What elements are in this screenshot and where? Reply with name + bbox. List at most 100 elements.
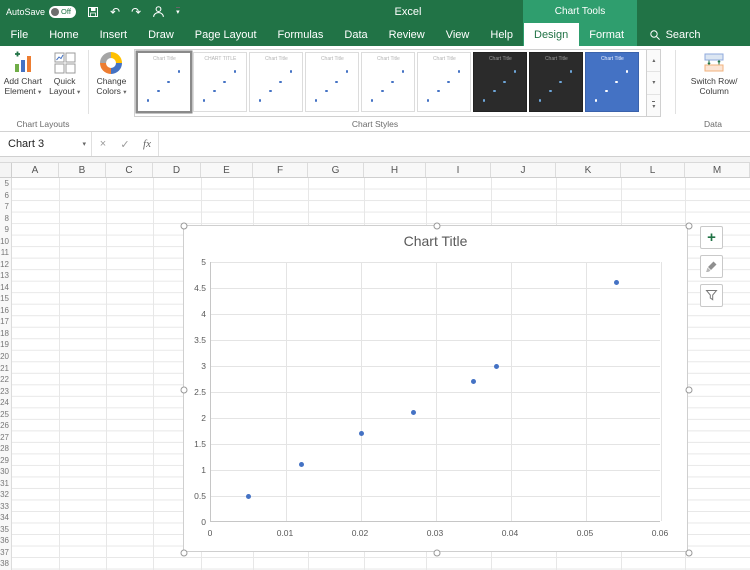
row-header-24[interactable]: 24 (0, 397, 11, 409)
row-header-27[interactable]: 27 (0, 431, 11, 443)
chart-style-thumbnail[interactable]: Chart Title (305, 52, 360, 112)
quick-layout-button[interactable]: Quick Layout ▾ (44, 48, 86, 98)
gallery-scroll-down-button[interactable]: ▾ (647, 72, 661, 95)
data-point[interactable] (471, 379, 476, 385)
row-header-16[interactable]: 16 (0, 305, 11, 317)
row-header-37[interactable]: 37 (0, 547, 11, 559)
y-axis-label[interactable]: 5 (184, 257, 206, 267)
y-axis-label[interactable]: 3 (184, 361, 206, 371)
data-point[interactable] (246, 493, 251, 499)
chart-plot-area[interactable] (210, 262, 662, 522)
chart-selection-handle[interactable] (685, 222, 693, 230)
name-box-dropdown-icon[interactable]: ▾ (82, 140, 86, 148)
row-header-12[interactable]: 12 (0, 259, 11, 271)
autosave-pill[interactable]: Off (49, 5, 77, 18)
data-point[interactable] (298, 462, 304, 468)
row-header-8[interactable]: 8 (0, 213, 11, 225)
row-header-11[interactable]: 11 (0, 247, 11, 259)
data-point[interactable] (613, 280, 619, 286)
x-axis-label[interactable]: 0 (193, 528, 227, 538)
row-header-38[interactable]: 38 (0, 558, 11, 570)
row-header-22[interactable]: 22 (0, 374, 11, 386)
tab-help[interactable]: Help (480, 23, 524, 46)
tab-insert[interactable]: Insert (89, 23, 138, 46)
chart-style-thumbnail[interactable]: Chart Title (585, 52, 640, 112)
formula-input[interactable] (158, 132, 750, 156)
row-header-14[interactable]: 14 (0, 282, 11, 294)
save-button[interactable] (87, 6, 99, 18)
chart-style-thumbnail[interactable]: Chart Title (361, 52, 416, 112)
column-header-e[interactable]: E (201, 163, 253, 177)
customize-toolbar-button[interactable]: ▾ (176, 7, 180, 16)
column-header-f[interactable]: F (253, 163, 308, 177)
chart-style-thumbnail[interactable]: Chart Title (417, 52, 472, 112)
row-header-28[interactable]: 28 (0, 443, 11, 455)
tab-draw[interactable]: Draw (138, 23, 185, 46)
row-header-10[interactable]: 10 (0, 236, 11, 248)
change-colors-button[interactable]: Change Colors ▾ (91, 48, 133, 98)
row-header-5[interactable]: 5 (0, 178, 11, 190)
data-point[interactable] (358, 431, 364, 437)
row-header-15[interactable]: 15 (0, 293, 11, 305)
x-axis-label[interactable]: 0.06 (643, 528, 677, 538)
row-header-36[interactable]: 36 (0, 535, 11, 547)
y-axis-label[interactable]: 2 (184, 413, 206, 423)
column-header-l[interactable]: L (621, 163, 685, 177)
chart-style-thumbnail[interactable]: CHART TITLE (193, 52, 248, 112)
x-axis-label[interactable]: 0.05 (568, 528, 602, 538)
row-header-17[interactable]: 17 (0, 316, 11, 328)
column-header-b[interactable]: B (59, 163, 106, 177)
row-header-13[interactable]: 13 (0, 270, 11, 282)
data-point[interactable] (411, 410, 416, 416)
chart-selection-handle[interactable] (433, 549, 440, 557)
gallery-more-button[interactable]: ▾ (647, 94, 661, 116)
column-header-k[interactable]: K (556, 163, 621, 177)
y-axis-label[interactable]: 1.5 (184, 439, 206, 449)
row-header-29[interactable]: 29 (0, 454, 11, 466)
row-header-20[interactable]: 20 (0, 351, 11, 363)
chart-selection-handle[interactable] (180, 386, 188, 393)
y-axis-label[interactable]: 1 (184, 465, 206, 475)
row-header-18[interactable]: 18 (0, 328, 11, 340)
column-header-m[interactable]: M (685, 163, 750, 177)
chart-style-thumbnail[interactable]: Chart Title (249, 52, 304, 112)
x-axis-label[interactable]: 0.04 (493, 528, 527, 538)
chart-style-thumbnail[interactable]: Chart Title (473, 52, 528, 112)
enter-entry-button[interactable]: ✓ (114, 132, 136, 156)
chart-selection-handle[interactable] (685, 549, 693, 557)
tab-review[interactable]: Review (378, 23, 435, 46)
tab-format[interactable]: Format (579, 23, 635, 46)
data-point[interactable] (493, 363, 499, 369)
tab-formulas[interactable]: Formulas (267, 23, 334, 46)
chart-filters-button[interactable] (700, 284, 723, 307)
row-header-31[interactable]: 31 (0, 477, 11, 489)
redo-button[interactable]: ↷ (131, 6, 141, 18)
chart-selection-handle[interactable] (685, 386, 693, 393)
tab-view[interactable]: View (435, 23, 480, 46)
column-header-j[interactable]: J (491, 163, 556, 177)
chart-style-thumbnail[interactable]: Chart Title (137, 52, 192, 112)
column-header-g[interactable]: G (308, 163, 364, 177)
x-axis-label[interactable]: 0.01 (268, 528, 302, 538)
select-all-corner[interactable] (0, 163, 12, 177)
y-axis-label[interactable]: 0.5 (184, 491, 206, 501)
autosave-toggle[interactable]: AutoSave Off (6, 5, 77, 18)
chart-style-thumbnail[interactable]: Chart Title (529, 52, 584, 112)
y-axis-label[interactable]: 0 (184, 517, 206, 527)
chart-title[interactable]: Chart Title (184, 233, 687, 249)
search-box[interactable]: Search (649, 23, 700, 46)
row-header-25[interactable]: 25 (0, 408, 11, 420)
row-header-30[interactable]: 30 (0, 466, 11, 478)
column-header-a[interactable]: A (12, 163, 59, 177)
tab-page-layout[interactable]: Page Layout (184, 23, 267, 46)
gallery-scroll-up-button[interactable]: ▴ (647, 50, 661, 73)
row-header-33[interactable]: 33 (0, 500, 11, 512)
chart[interactable]: Chart Title 0 0.5 1 1.5 2 2.5 3 3.5 4 4.5 5 0 0.01 0.… (180, 222, 693, 557)
row-header-9[interactable]: 9 (0, 224, 11, 236)
tab-file[interactable]: File (0, 23, 39, 46)
row-header-19[interactable]: 19 (0, 339, 11, 351)
chart-elements-button[interactable]: + (700, 226, 723, 249)
column-header-h[interactable]: H (364, 163, 426, 177)
tab-design[interactable]: Design (523, 23, 579, 46)
chart-selection-handle[interactable] (180, 222, 188, 230)
